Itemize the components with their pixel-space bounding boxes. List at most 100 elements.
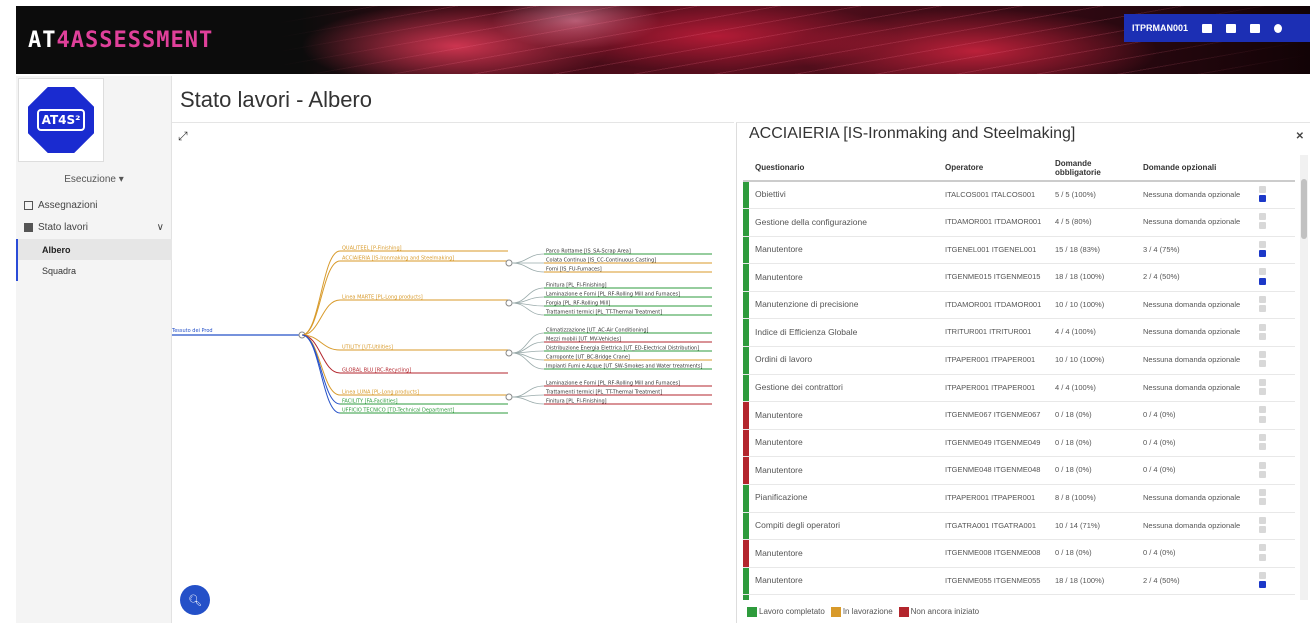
mandatory-questions: 10 / 10 (100%): [1055, 355, 1105, 365]
sidebar-item-label: Stato lavori: [38, 222, 89, 233]
status-legend: Lavoro completato In lavorazione Non anc…: [747, 607, 979, 617]
print-icon[interactable]: [1259, 213, 1266, 221]
print-icon[interactable]: [1259, 323, 1266, 331]
table-row[interactable]: Manutentore ITGENME067 ITGENME067 0 / 18 (…: [743, 401, 1295, 430]
tree-node-hub: [505, 299, 513, 307]
search-icon: 🔍︎: [188, 594, 202, 607]
column-header-questionario[interactable]: Questionario: [749, 155, 939, 182]
row-actions: [1253, 209, 1295, 237]
column-header-domande-opzionali[interactable]: Domande opzionali: [1137, 155, 1253, 182]
optional-questions: Nessuna domanda opzionale: [1143, 299, 1241, 309]
operator-cell: ITGENME048 ITGENME048: [945, 465, 1041, 475]
table-row[interactable]: Manutentore ITGENME049 ITGENME049 0 / 18 (…: [743, 429, 1295, 457]
print-icon[interactable]: [1259, 461, 1266, 469]
mandatory-questions: 28 / 28 (100%): [1049, 595, 1137, 600]
username[interactable]: ITPRMAN001: [1132, 23, 1188, 33]
mandatory-questions: 4 / 4 (100%): [1055, 327, 1096, 337]
logo-part-1: AT: [28, 28, 57, 53]
edit-icon[interactable]: [1259, 525, 1266, 533]
table-row[interactable]: Manutentore ITGENEL001 ITGENEL001 15 / 18 …: [743, 236, 1295, 264]
print-icon[interactable]: [1259, 406, 1266, 414]
row-actions: [1253, 540, 1295, 568]
scrollbar-thumb[interactable]: [1301, 179, 1307, 239]
logout-icon[interactable]: [1274, 23, 1283, 33]
table-row[interactable]: Manutentore ITGENME008 ITGENME008 0 / 18 (…: [743, 539, 1295, 568]
legend-item-in-progress: In lavorazione: [830, 607, 893, 617]
print-icon[interactable]: [1259, 351, 1266, 359]
table-row[interactable]: Compiti degli operatori ITGATRA001 ITGATR…: [743, 512, 1295, 540]
table-row[interactable]: Manutentore ITGENME015 ITGENME015 18 / 18 …: [743, 263, 1295, 292]
mail-icon[interactable]: [1250, 23, 1261, 33]
table-scrollbar[interactable]: [1300, 155, 1308, 600]
table-row[interactable]: Gestione della configurazione ITDAMOR001 …: [743, 208, 1295, 237]
table-row[interactable]: Gestione dei contrattori ITPAPER001 ITPAP…: [743, 374, 1295, 402]
mandatory-questions: 0 / 18 (0%): [1055, 548, 1092, 558]
edit-icon[interactable]: [1259, 195, 1266, 203]
table-row[interactable]: SupervisoreITMAZOR001 ITMAZOR00128 / 28 …: [743, 594, 1295, 600]
edit-icon[interactable]: [1259, 277, 1266, 285]
column-header-domande-obbligatorie[interactable]: Domande obbligatorie: [1049, 155, 1137, 182]
optional-questions: Nessuna domanda opzionale: [1143, 520, 1241, 530]
table-row[interactable]: Pianificazione ITPAPER001 ITPAPER001 8 / 8…: [743, 484, 1295, 513]
questionnaire-name: Manutentore: [755, 437, 803, 448]
table-row[interactable]: Indice di Efficienza Globale ITRITUR001 I…: [743, 318, 1295, 347]
optional-questions: 2 / 4 (50%): [1143, 272, 1180, 282]
briefcase-icon[interactable]: [1226, 23, 1237, 33]
optional-questions: 2 / 4 (50%): [1143, 575, 1180, 585]
print-icon[interactable]: [1259, 571, 1266, 579]
tree-diagram[interactable]: Tessuto dei Prod QUALITEEL [P-Finishing] A…: [172, 123, 734, 583]
print-icon[interactable]: [1259, 185, 1266, 193]
actions-column-header: [1253, 155, 1295, 182]
sidebar-item-stato-lavori[interactable]: Stato lavori ∨: [16, 217, 172, 238]
sidebar-subitem-albero[interactable]: Albero: [16, 239, 172, 260]
search-button[interactable]: 🔍︎: [180, 585, 210, 615]
edit-icon[interactable]: [1259, 222, 1266, 230]
table-row[interactable]: Manutentore ITGENME048 ITGENME048 0 / 18 (…: [743, 456, 1295, 485]
list-icon: [24, 223, 33, 232]
print-icon[interactable]: [1259, 516, 1266, 524]
edit-icon[interactable]: [1259, 470, 1266, 478]
edit-icon[interactable]: [1259, 332, 1266, 340]
column-header-operatore[interactable]: Operatore: [939, 155, 1049, 182]
tree-leaf-label: Trattamenti termici [PL_TT-Thermal Treat…: [545, 390, 662, 396]
table-row[interactable]: Obiettivi ITALCOS001 ITALCOS001 5 / 5 (100…: [743, 181, 1295, 209]
print-icon[interactable]: [1259, 268, 1266, 276]
print-icon[interactable]: [1259, 433, 1266, 441]
print-icon[interactable]: [1259, 295, 1266, 303]
edit-icon[interactable]: [1259, 360, 1266, 368]
close-icon[interactable]: ✕: [1296, 131, 1304, 142]
tree-link: [511, 253, 545, 264]
execution-dropdown[interactable]: Esecuzione ▾: [16, 174, 172, 185]
questionnaire-table-container: Questionario Operatore Domande obbligato…: [743, 155, 1301, 600]
edit-icon[interactable]: [1259, 581, 1266, 589]
optional-questions: Nessuna domanda opzionale: [1143, 327, 1241, 337]
questionnaire-name: Gestione della configurazione: [755, 216, 867, 227]
edit-icon[interactable]: [1259, 305, 1266, 313]
book-icon[interactable]: [1202, 23, 1213, 33]
operator-cell: ITGENME049 ITGENME049: [945, 437, 1041, 447]
edit-icon[interactable]: [1259, 249, 1266, 257]
legend-item-completed: Lavoro completato: [747, 607, 825, 617]
print-icon[interactable]: [1259, 378, 1266, 386]
optional-questions: Nessuna domanda opzionale: [1143, 382, 1241, 392]
table-row[interactable]: Manutenzione di precisione ITDAMOR001 ITD…: [743, 291, 1295, 319]
app-logo[interactable]: AT4ASSESSMENT: [28, 28, 213, 53]
tree-leaf-label: Carroponte [UT_BC-Bridge Crane]: [546, 355, 630, 361]
sidebar-item-assegnazioni[interactable]: Assegnazioni: [16, 195, 172, 216]
table-row[interactable]: Manutentore ITGENME055 ITGENME055 18 / 18 …: [743, 567, 1295, 595]
sidebar-subitem-squadra[interactable]: Squadra: [16, 260, 172, 281]
tree-link: [511, 332, 545, 354]
mandatory-questions: 8 / 8 (100%): [1055, 493, 1096, 503]
legend-swatch: [747, 607, 757, 617]
print-icon[interactable]: [1259, 544, 1266, 552]
table-row[interactable]: Ordini di lavoro ITPAPER001 ITPAPER001 10 …: [743, 346, 1295, 375]
edit-icon[interactable]: [1259, 443, 1266, 451]
edit-icon[interactable]: [1259, 387, 1266, 395]
tree-link: [511, 396, 545, 405]
edit-icon[interactable]: [1259, 415, 1266, 423]
print-icon[interactable]: [1259, 240, 1266, 248]
edit-icon[interactable]: [1259, 553, 1266, 561]
print-icon[interactable]: [1259, 489, 1266, 497]
organization-badge: AT4S²: [18, 78, 104, 162]
edit-icon[interactable]: [1259, 498, 1266, 506]
